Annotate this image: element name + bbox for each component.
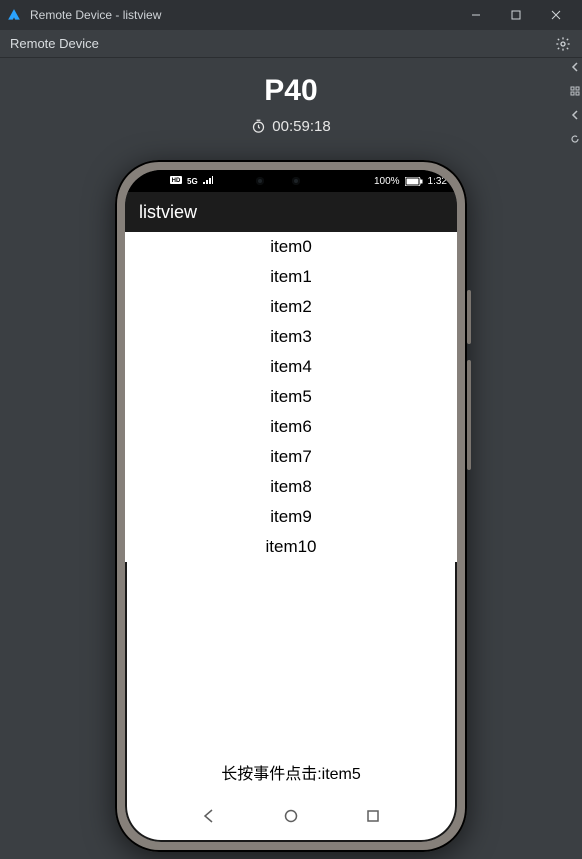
sub-toolbar-title: Remote Device [10, 36, 99, 51]
list-item[interactable]: item3 [125, 322, 457, 352]
network-5g-icon: 5G [187, 177, 198, 186]
list-item[interactable]: item6 [125, 412, 457, 442]
android-navbar [125, 800, 457, 832]
side-tool-strip [568, 62, 582, 146]
app-title-bar: listview [125, 192, 457, 232]
app-logo-icon [6, 7, 22, 23]
toast-message: 长按事件点击:item5 [221, 760, 361, 784]
phone-frame: HD 5G 100% [115, 160, 467, 852]
app-title: listview [139, 202, 197, 223]
clock-icon [251, 119, 266, 134]
expand-icon[interactable] [570, 62, 580, 74]
device-name: P40 [0, 76, 582, 106]
phone-screen[interactable]: HD 5G 100% [125, 170, 457, 842]
toast-text: 长按事件点击:item5 [221, 766, 361, 783]
list-item-label: item6 [270, 417, 312, 437]
minimize-button[interactable] [456, 0, 496, 30]
list-item-label: item10 [265, 537, 316, 557]
window-title: Remote Device - listview [30, 8, 161, 22]
phone-notch [213, 170, 343, 192]
list-item[interactable]: item5 [125, 382, 457, 412]
list-item[interactable]: item2 [125, 292, 457, 322]
close-button[interactable] [536, 0, 576, 30]
hd-icon: HD [170, 176, 182, 187]
nav-back-button[interactable] [198, 805, 220, 827]
list-item[interactable]: item9 [125, 502, 457, 532]
session-timer-value: 00:59:18 [272, 118, 330, 135]
refresh-icon[interactable] [570, 134, 580, 146]
list-item[interactable]: item7 [125, 442, 457, 472]
list-item[interactable]: item1 [125, 262, 457, 292]
back-arrow-icon[interactable] [570, 110, 580, 122]
list-item-label: item7 [270, 447, 312, 467]
nav-recent-button[interactable] [362, 805, 384, 827]
sub-toolbar: Remote Device [0, 30, 582, 58]
front-sensor-icon [292, 177, 300, 185]
nav-home-button[interactable] [280, 805, 302, 827]
list-item-label: item3 [270, 327, 312, 347]
list-item[interactable]: item0 [125, 232, 457, 262]
window-titlebar: Remote Device - listview [0, 0, 582, 30]
list-item-label: item0 [270, 237, 312, 257]
list-item-label: item8 [270, 477, 312, 497]
list-item[interactable]: item8 [125, 472, 457, 502]
list-item-label: item5 [270, 387, 312, 407]
svg-text:HD: HD [172, 178, 181, 184]
device-header: P40 00:59:18 [0, 58, 582, 135]
session-timer: 00:59:18 [0, 118, 582, 135]
battery-percent: 100% [374, 176, 400, 187]
signal-icon [203, 176, 213, 187]
settings-button[interactable] [554, 35, 572, 53]
list-item-label: item4 [270, 357, 312, 377]
list-item-label: item9 [270, 507, 312, 527]
listview[interactable]: item0 item1 item2 item3 item4 item5 item… [125, 232, 457, 562]
list-item-label: item1 [270, 267, 312, 287]
status-time: 1:32 [428, 176, 447, 187]
list-item[interactable]: item4 [125, 352, 457, 382]
list-item[interactable]: item10 [125, 532, 457, 562]
grid-icon[interactable] [570, 86, 580, 98]
front-camera-icon [256, 177, 264, 185]
maximize-button[interactable] [496, 0, 536, 30]
list-item-label: item2 [270, 297, 312, 317]
battery-icon [405, 177, 423, 186]
